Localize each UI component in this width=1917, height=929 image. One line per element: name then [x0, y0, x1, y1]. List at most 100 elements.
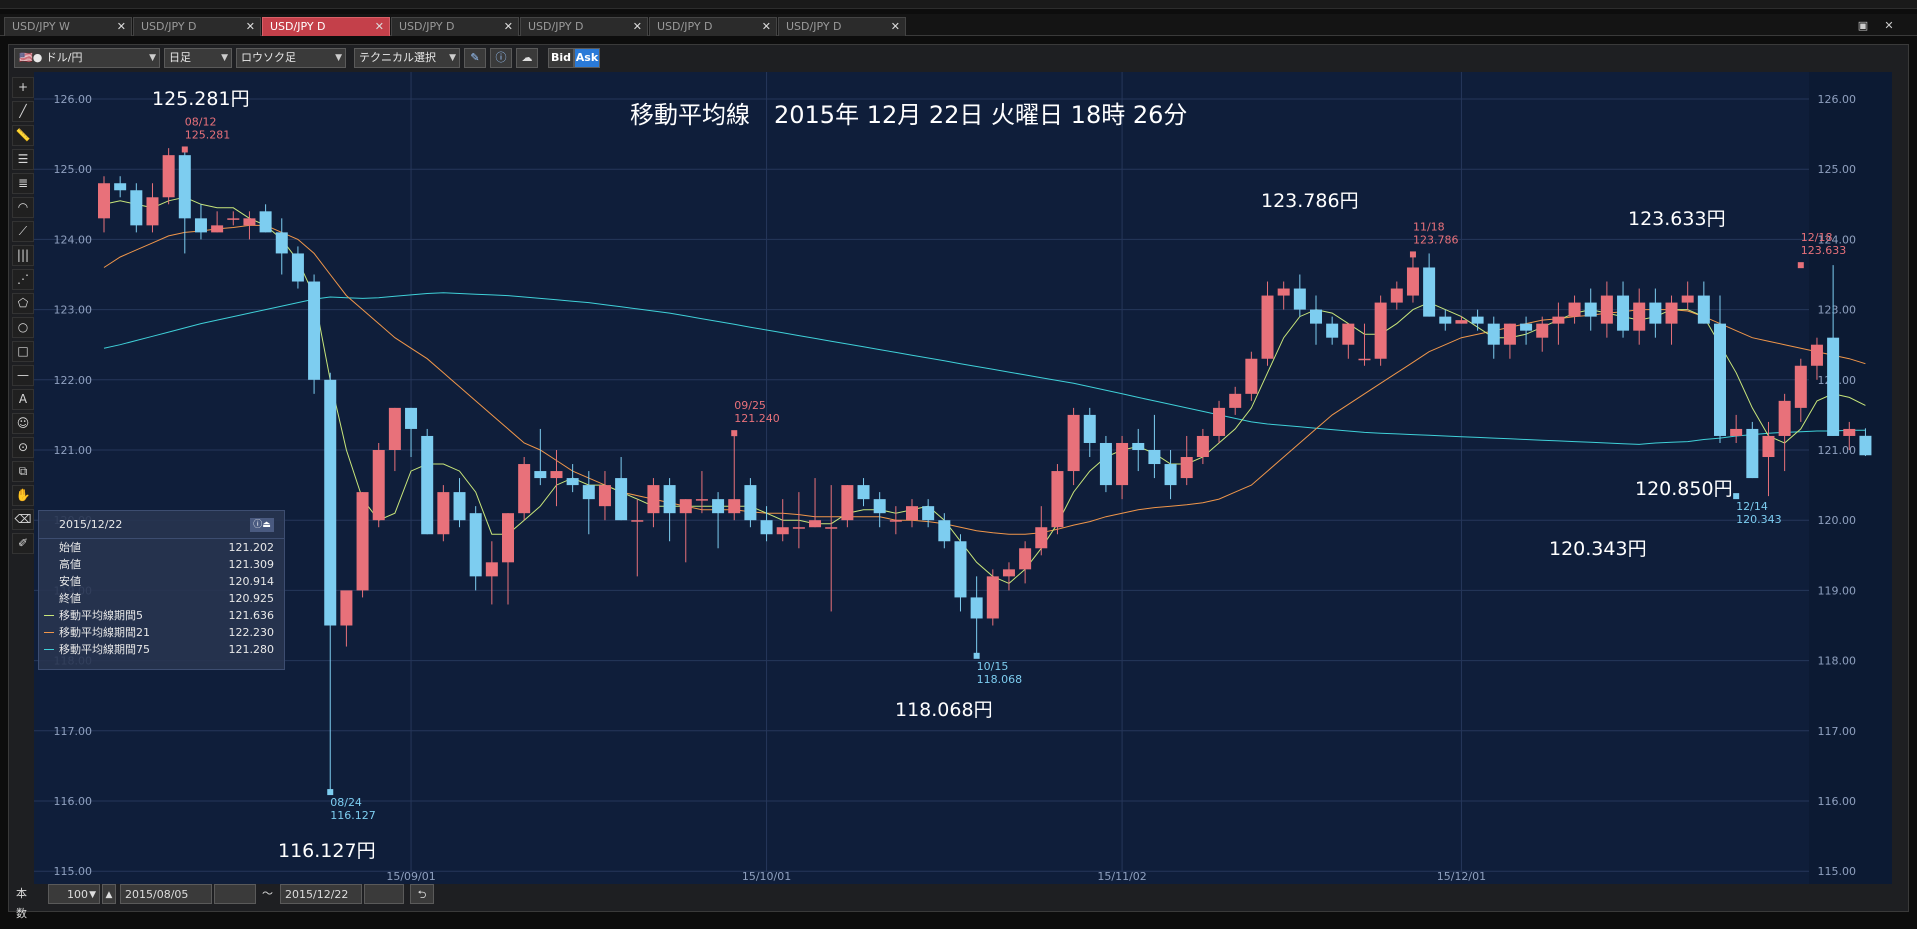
- candle-body: [1600, 295, 1613, 324]
- count-select[interactable]: 100 ▼: [48, 884, 100, 904]
- extreme-marker: [1733, 493, 1740, 500]
- y-tick-label-left: 124.00: [54, 233, 93, 246]
- info-row-label: 始値: [59, 541, 81, 554]
- tab-usdjpy-d-4[interactable]: USD/JPY D ✕: [520, 17, 648, 36]
- close-icon[interactable]: ✕: [375, 18, 384, 35]
- info-row-high: 高値 121.309: [39, 556, 284, 573]
- extreme-date-label: 08/24: [330, 796, 362, 809]
- channel-icon[interactable]: ≣: [12, 173, 34, 194]
- candle-body: [695, 499, 708, 501]
- pentagon-icon[interactable]: ⬠: [12, 293, 34, 314]
- pencil-icon[interactable]: ✎: [464, 48, 486, 68]
- tab-usdjpy-w[interactable]: USD/JPY W ✕: [4, 17, 132, 36]
- rectangle-icon[interactable]: □: [12, 341, 34, 362]
- candle-body: [550, 471, 563, 479]
- text-tool-icon[interactable]: A: [12, 389, 34, 410]
- candle-body: [1827, 337, 1840, 436]
- candle-body: [582, 485, 595, 500]
- copy-icon[interactable]: ⧉: [12, 461, 34, 482]
- candlestick-chart[interactable]: 126.00 126.00125.00 125.00124.00 124.00123.…: [34, 72, 1892, 884]
- chevron-down-icon: ▼: [335, 53, 342, 63]
- candle-body: [1213, 407, 1226, 436]
- candle-body: [760, 520, 773, 535]
- candle-body: [792, 527, 805, 529]
- ruler-icon[interactable]: 📏: [12, 125, 34, 146]
- y-tick-label-right: 125.00: [1818, 163, 1857, 176]
- extreme-date-label: 11/18: [1413, 220, 1445, 233]
- candle-body: [1099, 442, 1112, 486]
- candle-body: [1342, 323, 1355, 345]
- candle-body: [1326, 323, 1339, 338]
- eraser-all-icon[interactable]: ✐: [12, 533, 34, 554]
- bid-button[interactable]: Bid: [548, 48, 574, 68]
- info-panel-toggle-icon[interactable]: ⓘ⏏: [250, 518, 274, 532]
- circle-icon[interactable]: ○: [12, 317, 34, 338]
- tab-usdjpy-d-5[interactable]: USD/JPY D ✕: [649, 17, 777, 36]
- info-row-value: 122.230: [228, 626, 275, 639]
- extreme-value-label: 123.786: [1413, 233, 1459, 246]
- candle-body: [1568, 302, 1581, 317]
- horizontal-lines-icon[interactable]: ☰: [12, 149, 34, 170]
- icon-tool-icon[interactable]: ☺: [12, 413, 34, 434]
- count-value: 100: [67, 888, 88, 901]
- trendline-icon[interactable]: ╱: [12, 101, 34, 122]
- maximize-icon[interactable]: ▣: [1854, 19, 1872, 33]
- close-icon[interactable]: ✕: [891, 18, 900, 35]
- to-date-input[interactable]: 2015/12/22: [280, 884, 362, 904]
- candle-body: [340, 590, 353, 626]
- low-label-1015: 118.068円: [895, 699, 993, 721]
- tab-usdjpy-d-1[interactable]: USD/JPY D ✕: [133, 17, 261, 36]
- hand-icon[interactable]: ✋: [12, 485, 34, 506]
- close-icon[interactable]: ✕: [762, 18, 771, 35]
- y-tick-label-right: 115.00: [1818, 865, 1857, 878]
- to-time-input[interactable]: [364, 884, 404, 904]
- close-icon[interactable]: ✕: [117, 18, 126, 35]
- candle-body: [1293, 288, 1306, 310]
- candle-body: [647, 485, 660, 514]
- close-icon[interactable]: ✕: [246, 18, 255, 35]
- line-icon[interactable]: —: [12, 365, 34, 386]
- last-price-label: 120.850円: [1635, 478, 1733, 500]
- chart-type-select[interactable]: ロウソク足 ▼: [236, 48, 346, 68]
- candle-body: [211, 225, 224, 233]
- count-up-button[interactable]: ▲: [102, 884, 116, 904]
- close-window-icon[interactable]: ✕: [1880, 19, 1898, 33]
- period-select[interactable]: 日足 ▼: [164, 48, 232, 68]
- vertical-lines-icon[interactable]: |||: [12, 245, 34, 266]
- tab-usdjpy-d-3[interactable]: USD/JPY D ✕: [391, 17, 519, 36]
- extreme-date-label: 12/14: [1736, 500, 1768, 513]
- ask-button[interactable]: Ask: [574, 48, 600, 68]
- fibonacci-arc-icon[interactable]: ◠: [12, 197, 34, 218]
- info-row-low: 安値 120.914: [39, 573, 284, 590]
- candle-body: [421, 435, 434, 535]
- ma5-swatch: [44, 615, 54, 616]
- candle-body: [1520, 323, 1533, 331]
- candle-body: [906, 506, 918, 521]
- tab-usdjpy-d-6[interactable]: USD/JPY D ✕: [778, 17, 906, 36]
- eraser-icon[interactable]: ⌫: [12, 509, 34, 530]
- gann-fan-icon[interactable]: ⋰: [12, 269, 34, 290]
- pair-select[interactable]: 🇺🇸● ドル/円 ▼: [14, 48, 160, 68]
- info-panel-header[interactable]: 2015/12/22 ⓘ⏏: [39, 511, 284, 539]
- refresh-icon[interactable]: ⮌: [410, 884, 434, 904]
- crosshair-icon[interactable]: +: [12, 77, 34, 98]
- magnet-icon[interactable]: ⊙: [12, 437, 34, 458]
- period-value: 日足: [169, 51, 191, 64]
- candle-body: [227, 218, 240, 220]
- technical-select[interactable]: テクニカル選択 ▼: [354, 48, 460, 68]
- candle-body: [728, 499, 741, 514]
- close-icon[interactable]: ✕: [633, 18, 642, 35]
- extreme-date-label: 12/18: [1801, 231, 1833, 244]
- from-time-input[interactable]: [214, 884, 256, 904]
- info-icon[interactable]: ⓘ: [490, 48, 512, 68]
- fan-icon[interactable]: ⟋: [12, 221, 34, 242]
- from-date-input[interactable]: 2015/08/05: [120, 884, 212, 904]
- count-label: 本数: [16, 887, 27, 920]
- candle-body: [485, 562, 498, 577]
- tab-usdjpy-d-active[interactable]: USD/JPY D ✕: [262, 17, 390, 36]
- chevron-down-icon: ▼: [221, 53, 228, 63]
- candle-body: [1358, 358, 1371, 361]
- y-tick-label-right: 118.00: [1818, 655, 1857, 668]
- chart-area-icon[interactable]: ☁: [516, 48, 538, 68]
- close-icon[interactable]: ✕: [504, 18, 513, 35]
